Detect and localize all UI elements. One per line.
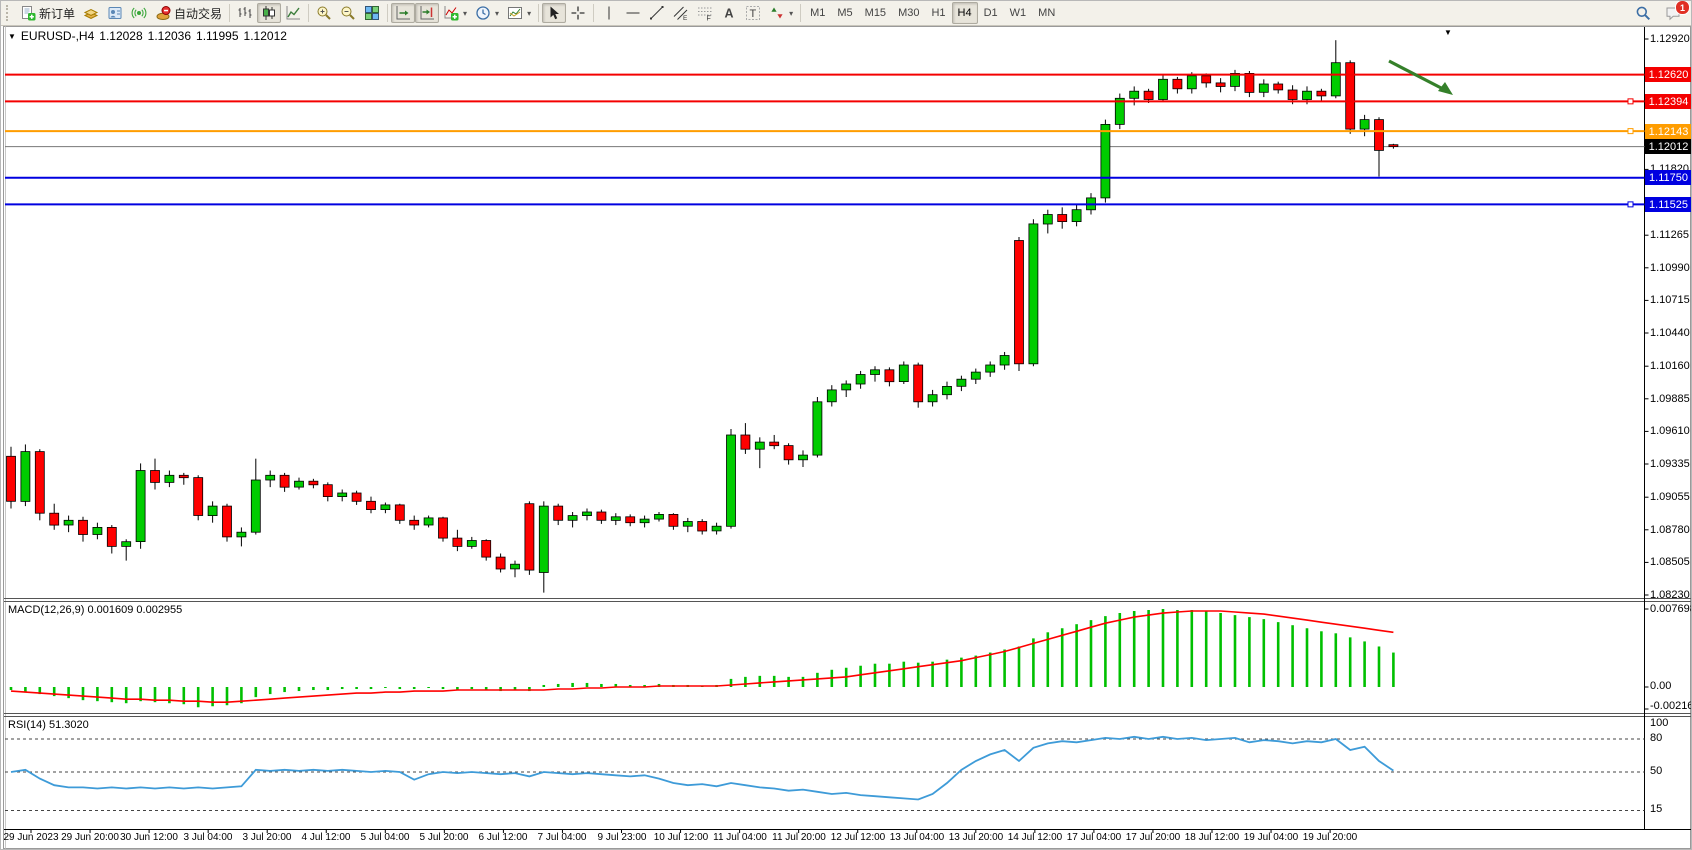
price-chart-canvas bbox=[1, 1, 1692, 850]
svg-text:F: F bbox=[707, 16, 711, 22]
chevron-down-icon: ▾ bbox=[463, 9, 467, 18]
bar-chart-button[interactable] bbox=[233, 3, 257, 23]
clock-icon bbox=[475, 5, 491, 21]
arrows-icon bbox=[769, 5, 785, 21]
indicators-icon bbox=[443, 5, 459, 21]
auto-trading-icon bbox=[155, 5, 171, 21]
text-label-button[interactable]: T bbox=[741, 3, 765, 23]
auto-trading-button[interactable]: 自动交易 bbox=[151, 3, 226, 23]
horizontal-line-button[interactable] bbox=[621, 3, 645, 23]
new-order-label: 新订单 bbox=[39, 5, 75, 22]
text-button[interactable]: A bbox=[717, 3, 741, 23]
zoom-out-icon bbox=[340, 5, 356, 21]
signals-button[interactable] bbox=[127, 3, 151, 23]
market-watch-icon bbox=[83, 5, 99, 21]
cursor-button[interactable] bbox=[542, 3, 566, 23]
timeframe-MN-button[interactable]: MN bbox=[1032, 2, 1061, 24]
horizontal-line-icon bbox=[625, 5, 641, 21]
auto-scroll-button[interactable] bbox=[391, 3, 415, 23]
bar-chart-icon bbox=[237, 5, 253, 21]
market-watch-button[interactable] bbox=[79, 3, 103, 23]
new-order-button[interactable]: 新订单 bbox=[16, 3, 79, 23]
templates-button[interactable]: ▾ bbox=[503, 3, 535, 23]
trendline-button[interactable] bbox=[645, 3, 669, 23]
search-button[interactable] bbox=[1631, 3, 1655, 23]
chat-button[interactable]: 1 bbox=[1661, 3, 1685, 23]
timeframe-M30-button[interactable]: M30 bbox=[892, 2, 925, 24]
crosshair-icon bbox=[570, 5, 586, 21]
candlestick-icon bbox=[261, 5, 277, 21]
svg-text:T: T bbox=[750, 8, 757, 20]
timeframe-W1-button[interactable]: W1 bbox=[1004, 2, 1033, 24]
equidistant-channel-button[interactable]: E bbox=[669, 3, 693, 23]
auto-scroll-icon bbox=[395, 5, 411, 21]
toolbar-separator bbox=[538, 4, 539, 22]
search-icon bbox=[1635, 5, 1651, 21]
chart-shift-button[interactable] bbox=[415, 3, 439, 23]
tile-windows-button[interactable] bbox=[360, 3, 384, 23]
chart-shift-icon bbox=[419, 5, 435, 21]
template-icon bbox=[507, 5, 523, 21]
data-window-icon bbox=[107, 5, 123, 21]
tile-windows-icon bbox=[364, 5, 380, 21]
timeframe-M15-button[interactable]: M15 bbox=[859, 2, 892, 24]
toolbar-separator bbox=[229, 4, 230, 22]
line-chart-icon bbox=[285, 5, 301, 21]
toolbar-items: 新订单 自动交易 ▾ ▾ ▾ E F A T ▾ bbox=[16, 3, 804, 23]
svg-text:E: E bbox=[683, 15, 688, 21]
mt4-window: 新订单自动交易▾▾▾EFAT▾ M1M5M15M30H1H4D1W1MN 1 ▼… bbox=[0, 0, 1692, 850]
new-order-icon bbox=[20, 5, 36, 21]
zoom-in-button[interactable] bbox=[312, 3, 336, 23]
notification-badge: 1 bbox=[1675, 0, 1690, 15]
vertical-line-icon bbox=[601, 5, 617, 21]
chevron-down-icon: ▾ bbox=[495, 9, 499, 18]
timeframe-D1-button[interactable]: D1 bbox=[978, 2, 1004, 24]
timeframe-H1-button[interactable]: H1 bbox=[925, 2, 951, 24]
crosshair-button[interactable] bbox=[566, 3, 590, 23]
zoom-out-button[interactable] bbox=[336, 3, 360, 23]
svg-text:A: A bbox=[725, 7, 734, 21]
toolbar-separator bbox=[593, 4, 594, 22]
text-icon: A bbox=[721, 5, 737, 21]
timeframe-M1-button[interactable]: M1 bbox=[804, 2, 831, 24]
candlestick-chart-button[interactable] bbox=[257, 3, 281, 23]
toolbar-right: 1 bbox=[1631, 3, 1687, 23]
text-label-icon: T bbox=[745, 5, 761, 21]
timeframe-H4-button[interactable]: H4 bbox=[952, 2, 978, 24]
toolbar-separator bbox=[387, 4, 388, 22]
trendline-icon bbox=[649, 5, 665, 21]
toolbar-grip[interactable] bbox=[6, 5, 12, 21]
main-toolbar: 新订单 自动交易 ▾ ▾ ▾ E F A T ▾ M1M5M15M30H1H4D1W1MN 1 bbox=[1, 1, 1691, 26]
chevron-down-icon: ▾ bbox=[789, 9, 793, 18]
periods-button[interactable]: ▾ bbox=[471, 3, 503, 23]
line-chart-button[interactable] bbox=[281, 3, 305, 23]
channel-icon: E bbox=[673, 5, 689, 21]
fibonacci-retracement-button[interactable]: F bbox=[693, 3, 717, 23]
data-window-button[interactable] bbox=[103, 3, 127, 23]
cursor-icon bbox=[546, 5, 562, 21]
vertical-line-button[interactable] bbox=[597, 3, 621, 23]
zoom-in-icon bbox=[316, 5, 332, 21]
toolbar-separator bbox=[308, 4, 309, 22]
chevron-down-icon: ▾ bbox=[527, 9, 531, 18]
auto-trading-label: 自动交易 bbox=[174, 5, 222, 22]
timeframe-toolbar: M1M5M15M30H1H4D1W1MN bbox=[804, 2, 1061, 24]
indicators-button[interactable]: ▾ bbox=[439, 3, 471, 23]
signal-icon bbox=[131, 5, 147, 21]
fibonacci-icon: F bbox=[697, 5, 713, 21]
timeframe-M5-button[interactable]: M5 bbox=[831, 2, 858, 24]
toolbar-separator bbox=[800, 4, 801, 22]
arrow-objects-button[interactable]: ▾ bbox=[765, 3, 797, 23]
